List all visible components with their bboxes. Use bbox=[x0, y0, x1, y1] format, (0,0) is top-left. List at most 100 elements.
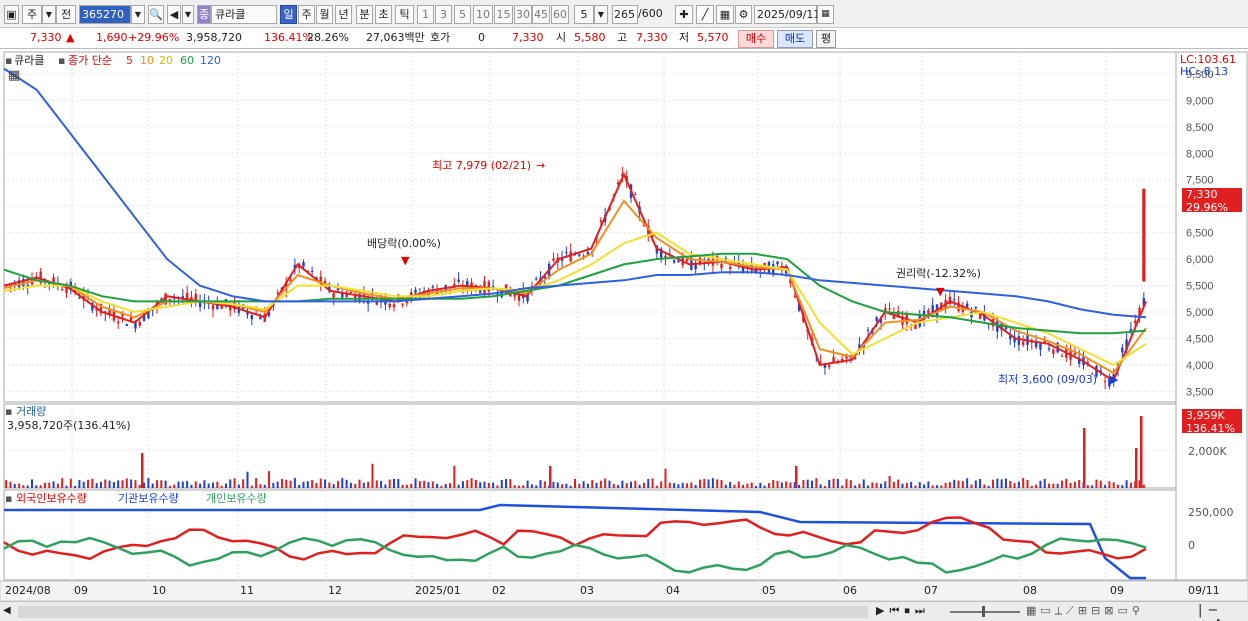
volume-bar bbox=[789, 482, 792, 488]
volume-bar bbox=[561, 484, 564, 488]
sell-button[interactable]: 매도 bbox=[777, 30, 813, 48]
volume-bar bbox=[578, 483, 581, 488]
minute-45[interactable]: 45 bbox=[532, 5, 550, 24]
volume-bar bbox=[61, 478, 64, 488]
volume-bar bbox=[423, 480, 426, 488]
minute-3[interactable]: 3 bbox=[435, 5, 452, 24]
volume-bar bbox=[707, 479, 710, 488]
price-axis: 3,5004,0004,5005,0005,5006,0006,5007,000… bbox=[1186, 69, 1214, 399]
volume-bar bbox=[276, 481, 279, 488]
volume-bar bbox=[483, 481, 486, 488]
volume-bar bbox=[500, 479, 503, 488]
market-select[interactable]: 주 bbox=[22, 5, 42, 24]
candle-body bbox=[832, 356, 835, 363]
zoom-slider-handle[interactable] bbox=[982, 606, 985, 617]
volume-bar bbox=[1039, 480, 1042, 488]
volume-bar bbox=[905, 482, 908, 488]
speaker-icon[interactable]: ◀ bbox=[167, 5, 181, 24]
ma-5-label: 5 bbox=[126, 54, 133, 67]
volume-bar bbox=[272, 482, 275, 488]
volume-bar bbox=[250, 485, 253, 488]
volume-bar bbox=[155, 480, 158, 488]
gear-icon[interactable]: ⚙ bbox=[735, 5, 752, 24]
volume-bar bbox=[401, 484, 404, 488]
period-week[interactable]: 주 bbox=[298, 5, 315, 24]
volume-bar bbox=[384, 484, 387, 488]
volume-bar bbox=[897, 479, 900, 488]
code-input[interactable]: 365270 bbox=[79, 5, 131, 24]
period-year[interactable]: 년 bbox=[335, 5, 352, 24]
minute-60[interactable]: 60 bbox=[551, 5, 569, 24]
panel-icon[interactable]: ▣ bbox=[4, 5, 19, 24]
scroll-bar[interactable]: ◀ ▶⏮⏹⏭ ▦▭⟂⟋⊞⊟⊠▭⚲ |−+A bbox=[0, 601, 1248, 621]
volume-bar bbox=[948, 482, 951, 488]
playback-controls-icon[interactable]: ▶⏮⏹⏭ bbox=[876, 604, 930, 618]
chevron-down-icon[interactable]: ▼ bbox=[42, 5, 56, 24]
avg-button[interactable]: 평 bbox=[816, 30, 836, 48]
volume-bar bbox=[914, 485, 917, 488]
draw-icon[interactable]: ╱ bbox=[696, 5, 714, 24]
volume-bar bbox=[229, 479, 232, 488]
ma-marker-icon: ▪ bbox=[58, 54, 66, 67]
volume-bar bbox=[1069, 482, 1072, 488]
minute-1[interactable]: 1 bbox=[417, 5, 434, 24]
scroll-left-icon[interactable]: ◀ bbox=[3, 605, 11, 616]
period-day[interactable]: 일 bbox=[280, 5, 297, 24]
volume-bar-spike bbox=[1083, 428, 1086, 488]
candle-body bbox=[194, 293, 197, 300]
volume-bar bbox=[595, 482, 598, 488]
volume-bar bbox=[582, 481, 585, 488]
volume-bar bbox=[246, 471, 249, 488]
volume-bar bbox=[634, 480, 637, 488]
calendar-icon[interactable]: ▦ bbox=[817, 5, 834, 24]
candle-body bbox=[888, 308, 891, 310]
count-total: /600 bbox=[638, 7, 663, 20]
volume-tag-rate: 136.41% bbox=[1186, 422, 1235, 435]
period-tick[interactable]: 틱 bbox=[395, 5, 414, 24]
volume-bar bbox=[1043, 478, 1046, 488]
period-minute[interactable]: 분 bbox=[356, 5, 373, 24]
volume-bar bbox=[823, 485, 826, 488]
period-month[interactable]: 월 bbox=[316, 5, 333, 24]
minute-10[interactable]: 10 bbox=[473, 5, 493, 24]
zoom-controls-icon[interactable]: |−+A bbox=[1198, 603, 1248, 621]
search-icon[interactable]: 🔍 bbox=[148, 5, 164, 24]
volume-bar bbox=[655, 485, 658, 488]
x-label-04: 04 bbox=[666, 584, 680, 597]
crosshair-icon[interactable]: ✚ bbox=[675, 5, 693, 24]
moving-averages bbox=[3, 67, 1147, 383]
zoom-slider[interactable] bbox=[950, 611, 1020, 613]
interval-dropdown-icon[interactable]: ▼ bbox=[594, 5, 608, 24]
chart-tools-icon[interactable]: ▦▭⟂⟋⊞⊟⊠▭⚲ bbox=[1026, 604, 1144, 618]
date-input[interactable]: 2025/09/11 bbox=[754, 5, 820, 24]
price-tick-label: 8,000 bbox=[1186, 148, 1214, 160]
volume-bar bbox=[117, 480, 120, 488]
candle-body bbox=[431, 286, 434, 288]
stock-name[interactable]: 큐라클 bbox=[211, 5, 277, 24]
buy-button[interactable]: 매수 bbox=[738, 30, 774, 48]
minute-5[interactable]: 5 bbox=[454, 5, 471, 24]
volume-bar bbox=[1129, 482, 1132, 488]
code-dropdown-icon[interactable]: ▼ bbox=[131, 5, 145, 24]
volume-bar bbox=[931, 485, 934, 488]
volume-bar bbox=[427, 482, 430, 488]
volume-bar bbox=[858, 483, 861, 488]
speaker-dropdown-icon[interactable]: ▼ bbox=[182, 5, 194, 24]
chart-area[interactable]: 3,5004,0004,5005,0005,5006,0006,5007,000… bbox=[0, 50, 1248, 601]
overlay-icon[interactable]: ▦ bbox=[716, 5, 734, 24]
period-second[interactable]: 초 bbox=[375, 5, 392, 24]
interval-select[interactable]: 5 bbox=[574, 5, 594, 24]
volume-bar bbox=[862, 479, 865, 488]
volume-bar bbox=[1013, 483, 1016, 488]
volume-bar bbox=[388, 479, 391, 488]
minute-30[interactable]: 30 bbox=[514, 5, 532, 24]
table-icon[interactable]: ▦ bbox=[8, 69, 20, 82]
holdings-marker-icon: ▪ bbox=[5, 492, 13, 505]
volume-bar bbox=[987, 485, 990, 488]
minute-15[interactable]: 15 bbox=[494, 5, 513, 24]
scope-select[interactable]: 전 bbox=[56, 5, 76, 24]
volume-bar bbox=[492, 482, 495, 488]
x-label-09: 09 bbox=[74, 584, 88, 597]
count-input[interactable]: 265 bbox=[612, 5, 638, 24]
scroll-track[interactable] bbox=[18, 606, 868, 618]
